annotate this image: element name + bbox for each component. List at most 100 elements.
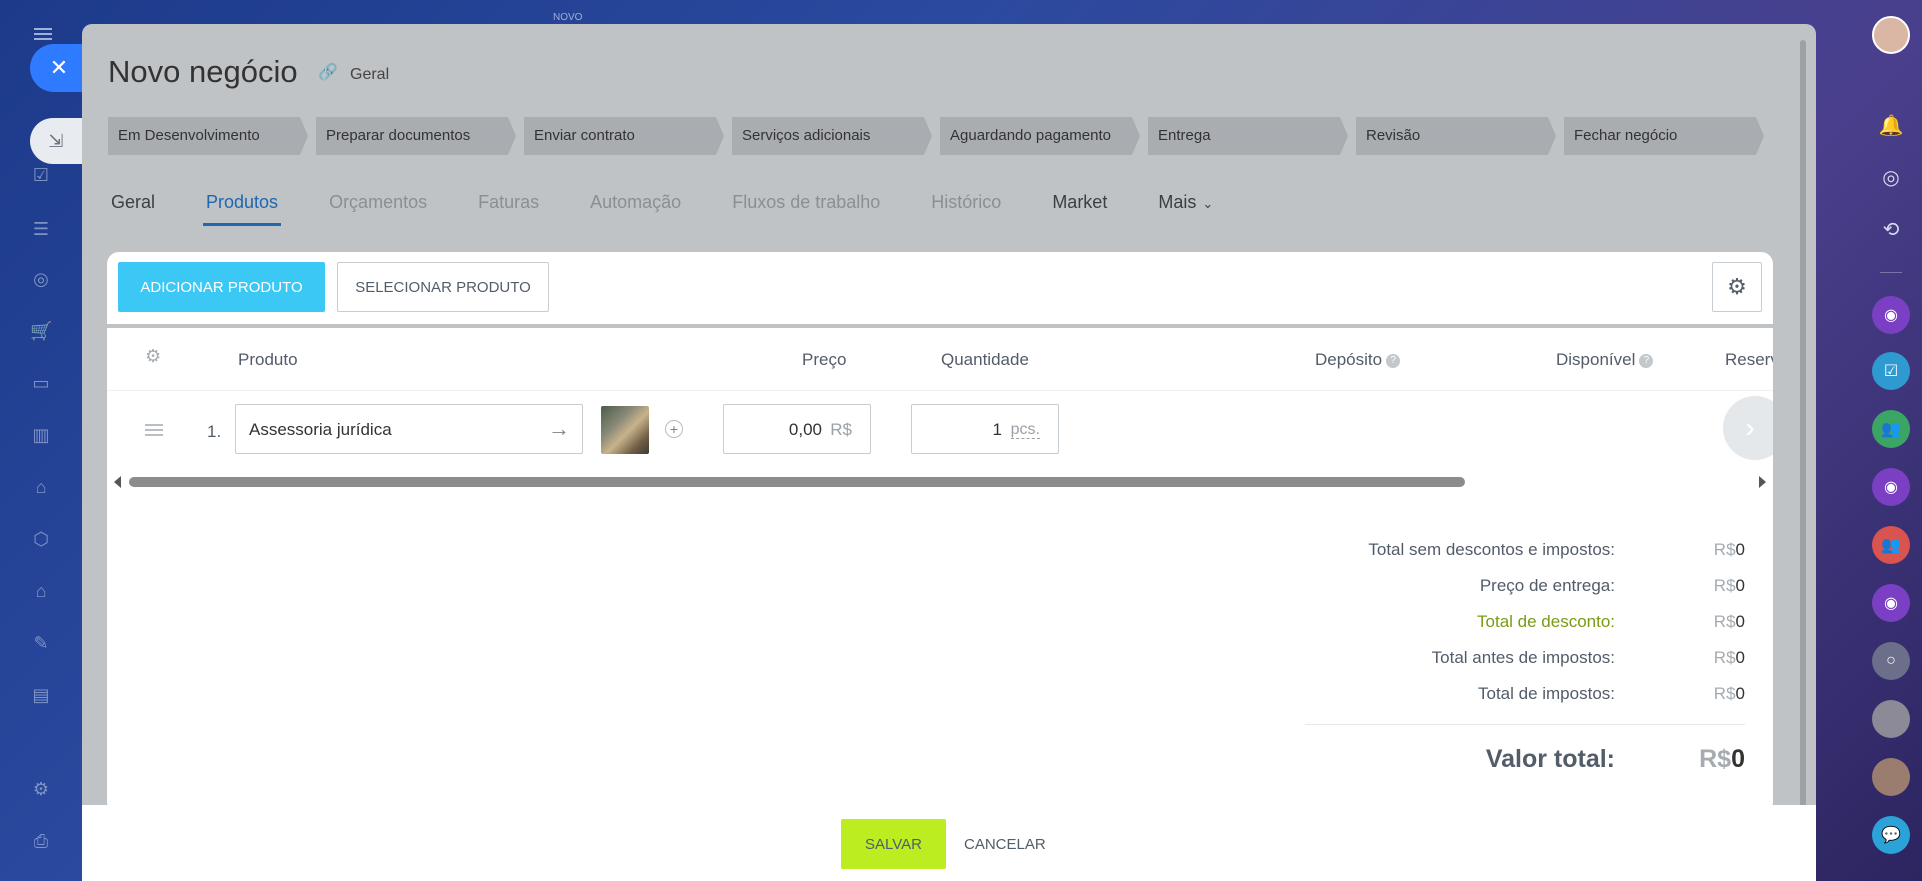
tab-history[interactable]: Histórico (928, 192, 1004, 226)
column-settings-icon[interactable]: ⚙ (145, 346, 161, 367)
help-icon[interactable]: ? (1386, 353, 1401, 368)
unit-selector[interactable]: pcs. (1010, 422, 1040, 439)
tasks-icon[interactable]: ☑ (30, 164, 52, 186)
tab-more[interactable]: Mais ⌄ (1155, 192, 1216, 226)
stage-item[interactable]: Entrega (1148, 117, 1348, 155)
channel-avatar-2-icon[interactable]: ◉ (1872, 468, 1910, 506)
contact-avatar-2[interactable] (1872, 758, 1910, 796)
vertical-scrollbar[interactable] (1800, 40, 1806, 860)
scrollbar-thumb[interactable] (129, 477, 1465, 487)
novo-label: NOVO (553, 12, 583, 23)
stage-item[interactable]: Em Desenvolvimento (108, 117, 308, 155)
notifications-icon[interactable]: 🔔 (1872, 106, 1910, 144)
scroll-left-icon[interactable] (114, 476, 121, 488)
help-icon[interactable]: ? (1639, 353, 1654, 368)
product-image[interactable] (601, 406, 649, 454)
tab-workflows[interactable]: Fluxos de trabalho (729, 192, 883, 226)
deal-tabs: Geral Produtos Orçamentos Faturas Automa… (108, 192, 1261, 226)
gear-icon[interactable]: ⚙ (1712, 262, 1762, 312)
group-chat-icon[interactable]: 👥 (1872, 410, 1910, 448)
scroll-right-icon[interactable] (1759, 476, 1766, 488)
pipeline-category: Geral (350, 66, 390, 83)
channel-avatar-1-icon[interactable]: ◉ (1872, 296, 1910, 334)
stage-item[interactable]: Enviar contrato (524, 117, 724, 155)
total-row: Total de impostos: R$0 (1045, 678, 1745, 714)
chevron-down-icon: ⌄ (1202, 196, 1214, 211)
search-chat-icon[interactable]: ⟲ (1872, 210, 1910, 248)
price-currency: R$ (830, 420, 852, 439)
amount: 0 (1731, 745, 1745, 773)
header-quantity: Quantidade (941, 350, 1029, 369)
tab-invoices[interactable]: Faturas (475, 192, 542, 226)
channel-avatar-3-icon[interactable]: ◉ (1872, 584, 1910, 622)
page-title: Novo negócio (108, 54, 298, 89)
total-value: R$0 (1714, 612, 1745, 632)
header-warehouse-label: Depósito (1315, 350, 1383, 369)
select-product-button[interactable]: SELECIONAR PRODUTO (337, 262, 549, 312)
quantity-field[interactable]: 1 pcs. (911, 404, 1059, 454)
grid-header: ⚙ Produto Preço Quantidade Depósito? Dis… (107, 328, 1773, 391)
currency: R$ (1713, 684, 1736, 703)
total-value: R$0 (1714, 576, 1745, 596)
amount: 0 (1735, 540, 1745, 559)
cart-icon[interactable]: 🛒 (30, 320, 52, 342)
price-field[interactable]: 0,00 R$ (723, 404, 871, 454)
save-button[interactable]: SALVAR (841, 819, 946, 869)
product-name-field[interactable]: Assessoria jurídica → (235, 404, 583, 454)
totals-summary: Total sem descontos e impostos: R$0 Preç… (1045, 534, 1745, 789)
sign-icon[interactable]: ✎ (30, 632, 52, 654)
minimize-slider-button[interactable]: ⇲ (30, 118, 82, 164)
grand-total-label: Valor total: (1485, 745, 1615, 773)
tab-automation[interactable]: Automação (587, 192, 684, 226)
tasks-chat-icon[interactable]: ☑ (1872, 352, 1910, 390)
open-channels-icon[interactable]: ◎ (1872, 158, 1910, 196)
currency: R$ (1713, 648, 1736, 667)
add-product-button[interactable]: ADICIONAR PRODUTO (118, 262, 325, 312)
stage-item[interactable]: Fechar negócio (1564, 117, 1764, 155)
total-label: Total de desconto: (1477, 612, 1615, 631)
drag-handle-icon[interactable] (145, 424, 163, 436)
header-reserved: Reserv (1725, 350, 1773, 369)
stage-item[interactable]: Preparar documentos (316, 117, 516, 155)
arrow-right-icon[interactable]: → (548, 416, 570, 442)
analytics-icon[interactable]: ▥ (30, 424, 52, 446)
group-chat-2-icon[interactable]: 👥 (1872, 526, 1910, 564)
tab-products[interactable]: Produtos (203, 192, 282, 226)
menu-icon[interactable] (34, 28, 52, 40)
robot-icon[interactable]: ⌂ (30, 476, 52, 498)
tab-general[interactable]: Geral (108, 192, 158, 226)
box-icon[interactable]: ⬡ (30, 528, 52, 550)
horizontal-scrollbar[interactable] (107, 472, 1773, 492)
settings-icon[interactable]: ⚙ (30, 778, 52, 800)
contact-card-icon[interactable]: ▭ (30, 372, 52, 394)
filter-icon[interactable]: ☰ (30, 218, 52, 240)
messages-icon[interactable]: 💬 (1872, 816, 1910, 854)
printer-icon[interactable]: ⎙ (30, 830, 52, 852)
divider (1305, 724, 1745, 725)
price-value: 0,00 (788, 420, 822, 439)
chevron-right-icon[interactable]: › (1723, 396, 1773, 460)
target-icon[interactable]: ◎ (30, 268, 52, 290)
cancel-button[interactable]: CANCELAR (958, 819, 1052, 869)
right-sidebar: 🔔 ◎ ⟲ ◉ ☑ 👥 ◉ 👥 ◉ ○ 💬 (1858, 0, 1922, 881)
left-nav-rail: ✕ ⇲ ☑ ☰ ◎ 🛒 ▭ ▥ ⌂ ⬡ ⌂ ✎ ▤ ⚙ ⎙ (0, 0, 82, 881)
user-avatar[interactable] (1872, 16, 1910, 54)
header-available: Disponível? (1556, 350, 1654, 370)
document-icon[interactable]: ▤ (30, 684, 52, 706)
total-row: Total antes de impostos: R$0 (1045, 642, 1745, 678)
total-value: R$0 (1714, 540, 1745, 560)
add-image-icon[interactable]: + (665, 420, 683, 438)
contact-avatar-1[interactable] (1872, 700, 1910, 738)
stage-item[interactable]: Aguardando pagamento (940, 117, 1140, 155)
header-price: Preço (802, 350, 847, 369)
close-slider-button[interactable]: ✕ (30, 44, 82, 92)
stage-item[interactable]: Revisão (1356, 117, 1556, 155)
status-circle-icon[interactable]: ○ (1872, 642, 1910, 680)
header-product: Produto (238, 350, 298, 369)
tab-market[interactable]: Market (1049, 192, 1110, 226)
tab-quotes[interactable]: Orçamentos (326, 192, 430, 226)
warehouse-icon[interactable]: ⌂ (30, 580, 52, 602)
currency: R$ (1713, 576, 1736, 595)
copy-link-icon[interactable]: 🔗 (318, 62, 338, 82)
stage-item[interactable]: Serviços adicionais (732, 117, 932, 155)
